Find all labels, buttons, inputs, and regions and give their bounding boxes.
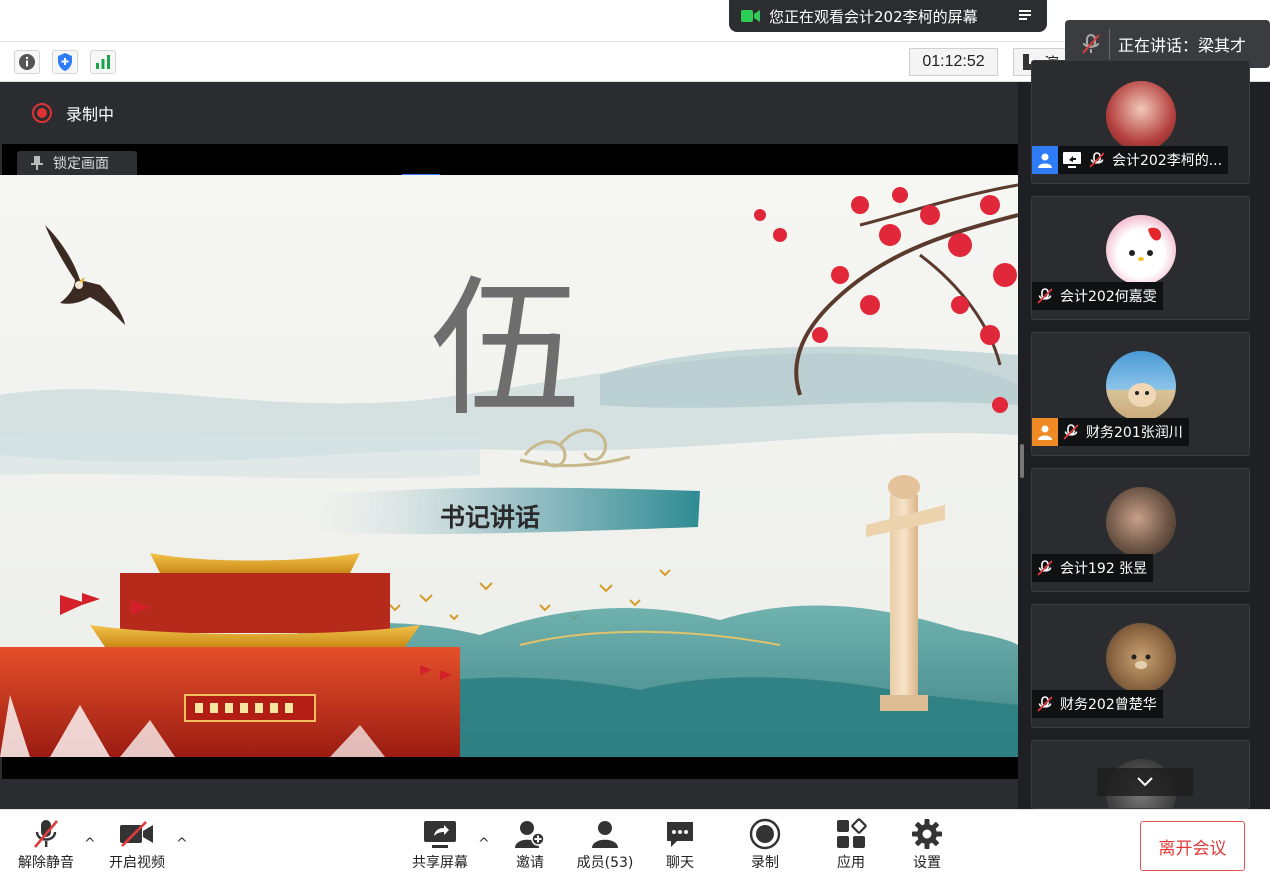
slide-subtitle: 书记讲话 [440,503,541,532]
avatar [1106,351,1176,421]
bottom-toolbar: 解除静音 ^ 开启视频 ^ 共享屏幕 ^ 邀请 成员(53) 聊天 录制 应用 … [0,809,1270,883]
participant-tile[interactable]: 财务201张润川 [1031,332,1250,456]
members-icon [590,816,620,852]
presentation-slide: 伍 书记讲话 [0,175,1018,757]
recording-status: 录制中 [66,105,115,124]
settings-button[interactable]: 设置 [887,816,967,872]
leave-meeting-button[interactable]: 离开会议 [1140,821,1245,871]
avatar [1106,623,1176,693]
meeting-window: 01:12:52 演 您正在观看会计202李柯的屏幕 正在讲话：梁其才 录制中 [0,0,1270,883]
share-top-band [2,144,1018,175]
watching-text: 您正在观看会计202李柯的屏幕 [769,7,978,26]
mic-muted-icon [1036,559,1054,577]
mic-muted-icon [1036,287,1054,305]
record-label: 录制 [751,855,779,871]
participant-name: 财务201张润川 [1086,425,1183,441]
slide-heading: 伍 [430,263,581,437]
chat-button[interactable]: 聊天 [640,816,720,872]
members-button[interactable]: 成员(53) [565,816,645,872]
share-video-icon [741,10,760,22]
screen-share-banner[interactable]: 您正在观看会计202李柯的屏幕 [729,0,1047,32]
chat-icon [665,816,695,852]
share-screen-label: 共享屏幕 [412,855,468,871]
participant-name: 会计202何嘉雯 [1060,289,1157,305]
lock-view-label: 锁定画面 [53,156,109,172]
participant-name-tag: 会计192 张昱 [1032,554,1154,582]
participant-name: 会计202李柯的... [1112,153,1223,169]
avatar [1106,81,1176,151]
settings-label: 设置 [913,855,941,871]
participant-name-tag: 财务202曾楚华 [1032,690,1163,718]
video-options-chevron-icon[interactable]: ^ [176,836,188,852]
avatar [1106,487,1176,557]
pin-icon [31,156,43,170]
mic-muted-icon [1082,34,1100,54]
participant-tile[interactable]: 会计202李柯的... [1031,60,1250,184]
avatar [1106,215,1176,285]
participant-name: 财务202曾楚华 [1060,697,1157,713]
shared-screen-stage: 录制中 锁定画面 伍 书记讲话 [0,82,1018,809]
record-icon [749,816,781,852]
participant-name-tag: 会计202何嘉雯 [1032,282,1163,310]
invite-label: 邀请 [516,855,544,871]
participant-name-tag: 会计202李柯的... [1032,146,1229,174]
apps-button[interactable]: 应用 [811,816,891,872]
chevron-down-icon [1137,777,1153,787]
network-signal-icon[interactable] [90,50,116,74]
apps-icon [835,816,867,852]
add-user-icon [514,816,546,852]
cohost-badge-icon [1032,418,1058,446]
security-shield-icon[interactable] [52,50,78,74]
recording-bar: 录制中 [2,82,1018,144]
lock-view-button[interactable]: 锁定画面 [17,151,137,175]
unmute-button[interactable]: 解除静音 [6,816,86,872]
video-off-icon [119,816,155,852]
unmute-label: 解除静音 [18,855,74,871]
invite-button[interactable]: 邀请 [490,816,570,872]
share-screen-button[interactable]: 共享屏幕 [400,816,480,872]
participant-tile[interactable]: 会计192 张昱 [1031,468,1250,592]
start-video-button[interactable]: 开启视频 [97,816,177,872]
share-bottom-band [2,757,1018,779]
chat-label: 聊天 [666,855,694,871]
mic-muted-icon [31,816,61,852]
mic-muted-icon [1088,151,1106,169]
apps-label: 应用 [837,855,865,871]
participant-tile[interactable]: 财务202曾楚华 [1031,604,1250,728]
start-video-label: 开启视频 [109,855,165,871]
banner-menu-icon[interactable] [1017,7,1035,27]
participant-tile[interactable]: 会计202何嘉雯 [1031,196,1250,320]
record-button[interactable]: 录制 [725,816,805,872]
speaker-divider [1109,29,1110,59]
gear-icon [911,816,943,852]
screen-share-icon [1062,151,1082,169]
host-badge-icon [1032,146,1058,174]
speaking-text: 正在讲话：梁其才 [1118,36,1247,55]
gallery-scroll-down-button[interactable] [1097,768,1193,796]
share-options-chevron-icon[interactable]: ^ [478,836,490,852]
audio-options-chevron-icon[interactable]: ^ [84,836,96,852]
share-screen-icon [423,816,457,852]
participant-name-tag: 财务201张润川 [1032,418,1189,446]
recording-icon [32,103,52,123]
gallery-resize-handle[interactable] [1020,444,1024,478]
members-label: 成员(53) [576,855,634,871]
meeting-timer: 01:12:52 [909,48,998,76]
mic-muted-icon [1036,695,1054,713]
mic-muted-icon [1062,423,1080,441]
info-icon[interactable] [14,50,40,74]
participant-name: 会计192 张昱 [1060,561,1148,577]
